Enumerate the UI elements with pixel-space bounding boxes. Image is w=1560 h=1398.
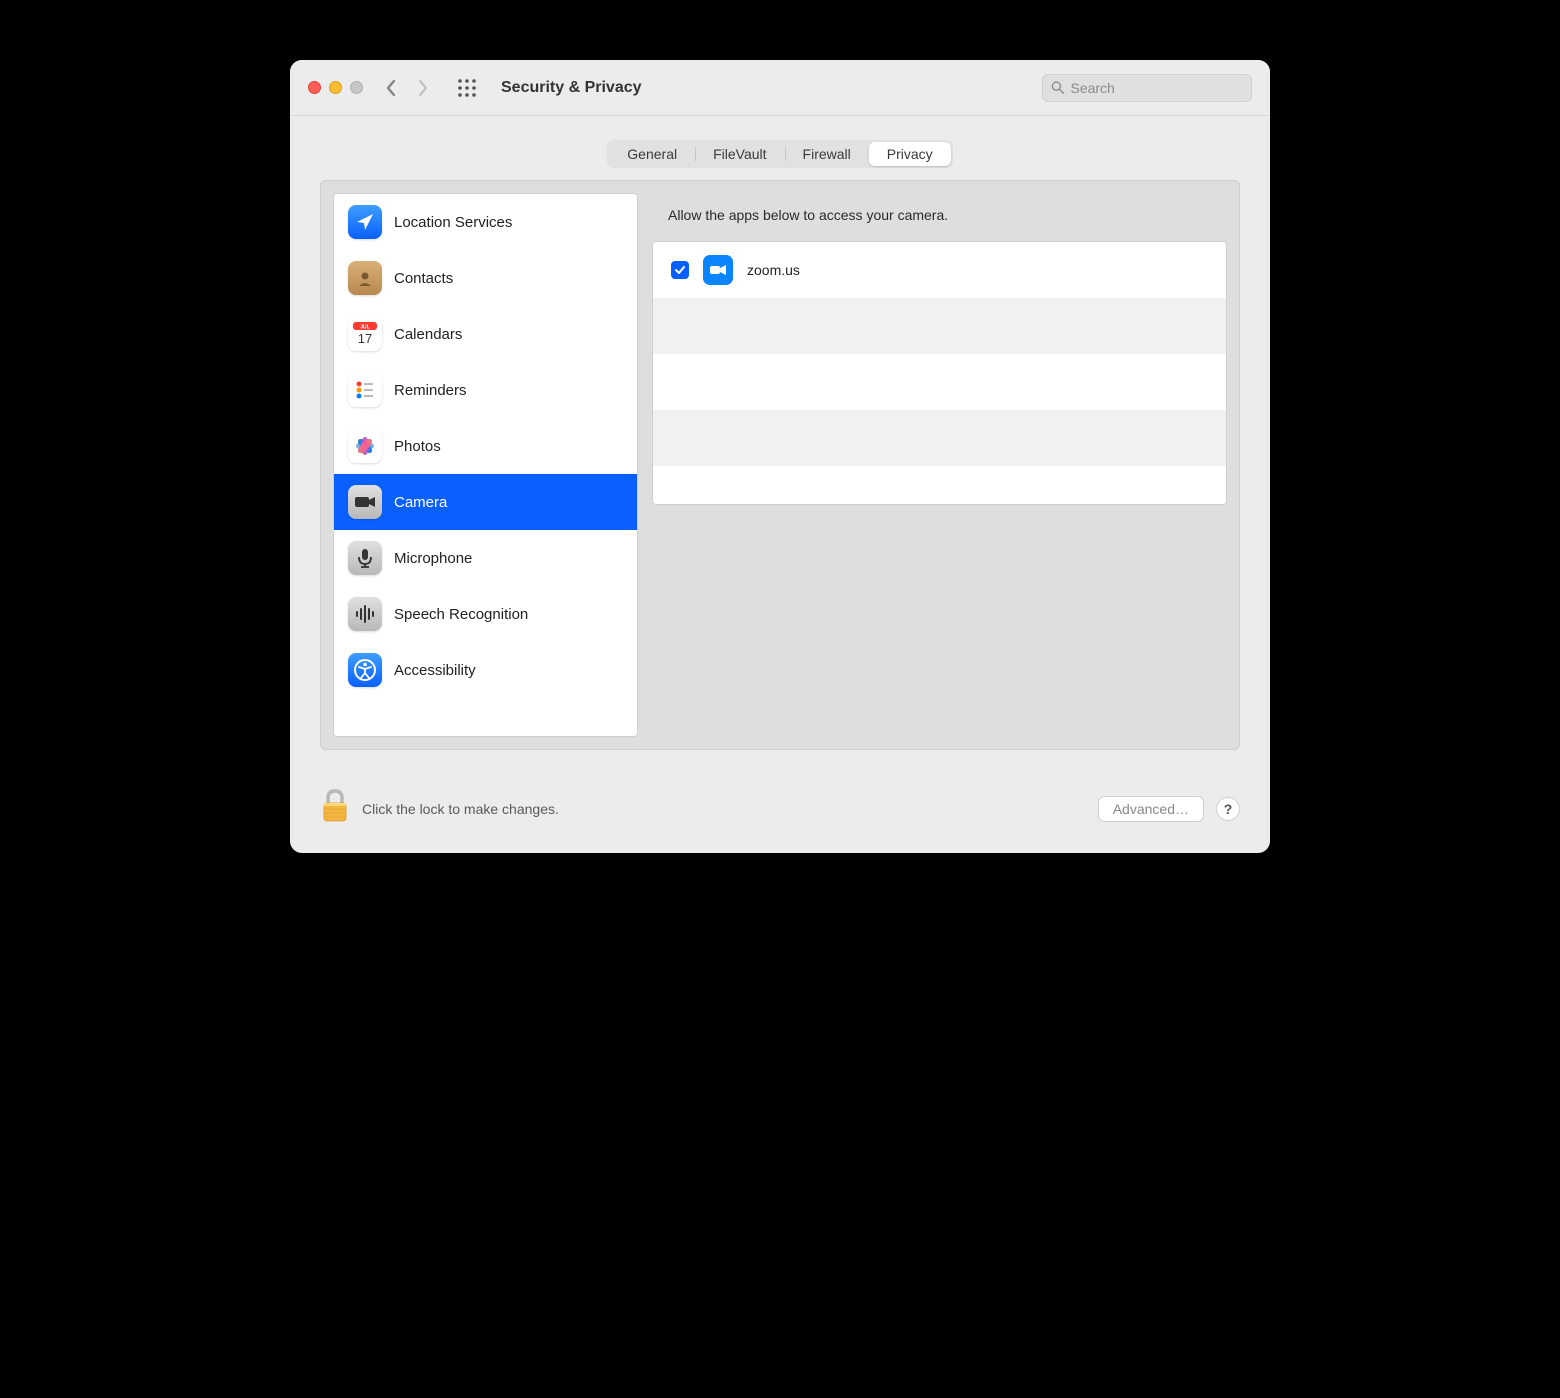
camera-icon [348,485,382,519]
sidebar-item-speech-recognition[interactable]: Speech Recognition [334,586,637,642]
detail-panel: Allow the apps below to access your came… [652,193,1227,737]
sidebar-item-contacts[interactable]: Contacts [334,250,637,306]
detail-header: Allow the apps below to access your came… [652,199,1227,241]
app-name: zoom.us [747,262,800,278]
sidebar-item-photos[interactable]: Photos [334,418,637,474]
sidebar-item-label: Reminders [394,382,467,399]
tab-general[interactable]: General [609,142,695,166]
sidebar-item-reminders[interactable]: Reminders [334,362,637,418]
preferences-window: Security & Privacy General FileVault Fir… [290,60,1270,853]
forward-button[interactable] [417,79,429,97]
grid-icon [457,78,477,98]
privacy-sidebar: Location Services Contacts JUL17 Calenda… [333,193,638,737]
calendar-icon: JUL17 [348,317,382,351]
chevron-right-icon [417,79,429,97]
minimize-window-button[interactable] [329,81,342,94]
chevron-left-icon [385,79,397,97]
sidebar-item-microphone[interactable]: Microphone [334,530,637,586]
tab-privacy[interactable]: Privacy [869,142,951,166]
zoom-app-icon [703,255,733,285]
svg-text:JUL: JUL [360,325,369,331]
search-field[interactable] [1042,74,1252,102]
sidebar-item-label: Location Services [394,214,512,231]
lock-icon [320,788,350,824]
tab-firewall[interactable]: Firewall [785,142,869,166]
app-row-empty [653,354,1226,410]
contacts-icon [348,261,382,295]
app-row-zoom[interactable]: zoom.us [653,242,1226,298]
titlebar: Security & Privacy [290,60,1270,116]
app-row-empty [653,466,1226,504]
close-window-button[interactable] [308,81,321,94]
tab-bar: General FileVault Firewall Privacy [290,116,1270,180]
app-row-empty [653,298,1226,354]
lock-hint-text: Click the lock to make changes. [362,801,559,817]
tab-label: FileVault [713,146,766,162]
zoom-window-button[interactable] [350,81,363,94]
speech-icon [348,597,382,631]
content-panels: Location Services Contacts JUL17 Calenda… [320,180,1240,750]
show-all-button[interactable] [457,78,477,98]
tab-label: Firewall [803,146,851,162]
app-row-empty [653,410,1226,466]
lock-button[interactable] [320,788,350,829]
window-controls [308,81,363,94]
help-button[interactable]: ? [1216,797,1240,821]
sidebar-item-label: Camera [394,494,447,511]
sidebar-item-camera[interactable]: Camera [334,474,637,530]
search-input[interactable] [1070,80,1243,96]
sidebar-item-label: Speech Recognition [394,606,528,623]
footer: Click the lock to make changes. Advanced… [290,770,1270,853]
sidebar-item-location-services[interactable]: Location Services [334,194,637,250]
sidebar-item-label: Accessibility [394,662,476,679]
sidebar-item-label: Contacts [394,270,453,287]
sidebar-item-accessibility[interactable]: Accessibility [334,642,637,698]
app-checkbox[interactable] [671,261,689,279]
app-permission-list: zoom.us [652,241,1227,505]
search-icon [1051,80,1064,95]
nav-buttons [385,79,429,97]
sidebar-item-label: Photos [394,438,441,455]
photos-icon [348,429,382,463]
check-icon [674,264,686,276]
microphone-icon [348,541,382,575]
advanced-button[interactable]: Advanced… [1098,796,1204,822]
window-title: Security & Privacy [501,79,642,97]
sidebar-item-label: Microphone [394,550,472,567]
reminders-icon [348,373,382,407]
back-button[interactable] [385,79,397,97]
tab-label: Privacy [887,146,933,162]
accessibility-icon [348,653,382,687]
tab-filevault[interactable]: FileVault [695,142,784,166]
svg-text:17: 17 [358,331,372,346]
sidebar-item-calendars[interactable]: JUL17 Calendars [334,306,637,362]
tab-label: General [627,146,677,162]
sidebar-item-label: Calendars [394,326,462,343]
location-icon [348,205,382,239]
